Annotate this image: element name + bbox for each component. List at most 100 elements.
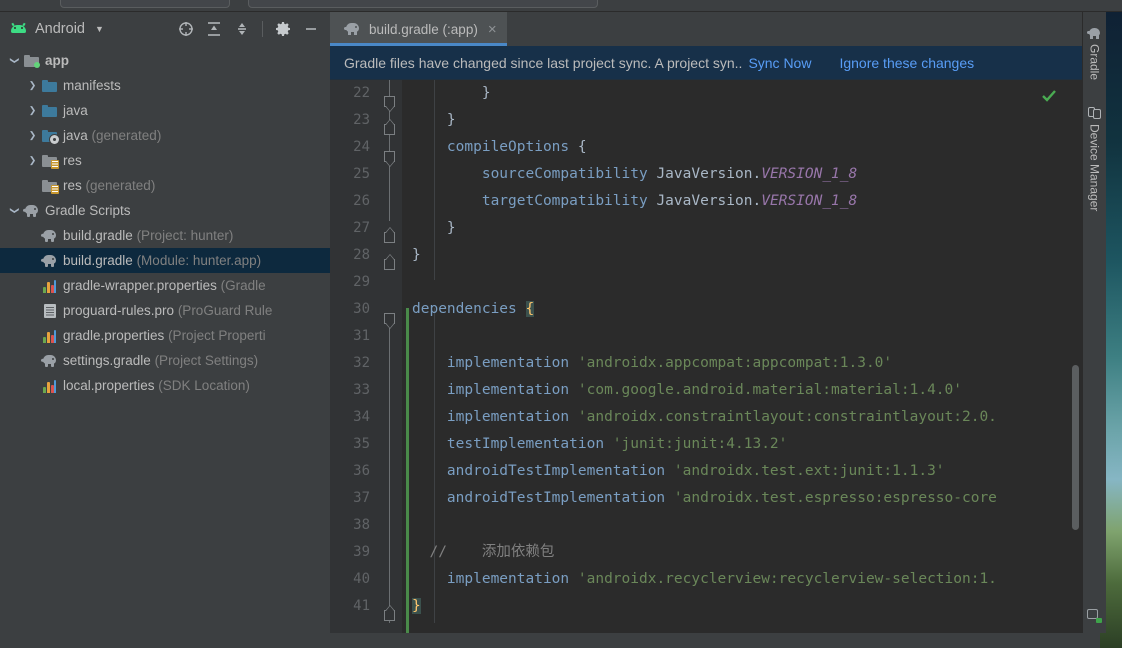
tree-item-proguard-rules-pro[interactable]: proguard-rules.pro (ProGuard Rule [0,298,330,323]
project-tool-window: Android ▼ ❯ app ❯ manifests ❯ java ❯ jav… [0,12,330,633]
right-tab-gradle[interactable]: Gradle [1087,22,1102,86]
tree-item-label: res (generated) [63,178,156,193]
tree-item-gradle-scripts[interactable]: ❯ Gradle Scripts [0,198,330,223]
code-content[interactable]: } } compileOptions { sourceCompatibility… [412,80,1082,633]
gradle-elephant-icon [1087,28,1102,39]
code-line-28[interactable]: } [412,242,1082,269]
code-line-39[interactable]: // 添加依赖包 [412,539,1082,566]
fold-marker-30[interactable] [384,313,396,329]
folder-blue-icon [41,78,59,94]
code-line-27[interactable]: } [412,215,1082,242]
tree-item-settings-gradle[interactable]: settings.gradle (Project Settings) [0,348,330,373]
line-number-gutter: 22 23 24 25 26 27 28 29 30 31 32 33 34 35 36 37 38 39 40 41 [330,80,378,633]
code-line-34[interactable]: implementation 'androidx.constraintlayou… [412,404,1082,431]
tree-item-java[interactable]: ❯ java [0,98,330,123]
code-line-40[interactable]: implementation 'androidx.recyclerview:re… [412,566,1082,593]
line-number-24: 24 [353,139,370,155]
tree-item-gradle-wrapper-properties[interactable]: gradle-wrapper.properties (Gradle [0,273,330,298]
tree-item-res[interactable]: ❯ res [0,148,330,173]
tree-item-label: manifests [63,78,121,93]
fold-marker-27[interactable] [384,227,396,244]
code-line-38[interactable] [412,512,1082,539]
android-studio-window: Android ▼ ❯ app ❯ manifests ❯ java ❯ jav… [0,0,1122,648]
code-line-29[interactable] [412,269,1082,296]
code-line-37[interactable]: androidTestImplementation 'androidx.test… [412,485,1082,512]
device-manager-icon [1088,106,1101,120]
folder-res-icon [41,178,59,194]
editor-horizontal-scroll-area[interactable] [412,623,1069,633]
code-line-30[interactable]: dependencies { [412,296,1082,323]
project-view-selector-label[interactable]: Android [35,21,85,37]
expand-all-icon[interactable] [201,16,227,42]
line-number-33: 33 [353,382,370,398]
fold-marker-41[interactable] [384,605,396,622]
code-editor[interactable]: 22 23 24 25 26 27 28 29 30 31 32 33 34 35 36 37 38 39 40 41… [330,80,1082,633]
tree-item-local-properties[interactable]: local.properties (SDK Location) [0,373,330,398]
fold-marker-23[interactable] [384,119,396,136]
line-number-36: 36 [353,463,370,479]
fold-marker-22[interactable] [384,96,396,112]
module-selector-pill[interactable] [60,0,230,8]
code-line-35[interactable]: testImplementation 'junit:junit:4.13.2' [412,431,1082,458]
code-line-23[interactable]: } [412,107,1082,134]
code-line-32[interactable]: implementation 'androidx.appcompat:appco… [412,350,1082,377]
editor-tab-build-gradle[interactable]: build.gradle (:app) × [330,12,507,46]
code-line-25[interactable]: sourceCompatibility JavaVersion.VERSION_… [412,161,1082,188]
gear-icon[interactable] [270,16,296,42]
layout-inspector-icon[interactable] [1087,609,1102,623]
tree-item-build-gradle-module[interactable]: build.gradle (Module: hunter.app) [0,248,330,273]
code-line-22[interactable]: } [412,80,1082,107]
collapse-all-icon[interactable] [229,16,255,42]
tree-item-res-generated[interactable]: res (generated) [0,173,330,198]
code-line-31[interactable] [412,323,1082,350]
tree-item-build-gradle-project[interactable]: build.gradle (Project: hunter) [0,223,330,248]
code-line-26[interactable]: targetCompatibility JavaVersion.VERSION_… [412,188,1082,215]
text-file-icon [41,303,59,319]
chevron-down-icon[interactable]: ▼ [95,24,104,34]
toolbar-divider [262,21,263,37]
gradle-sync-notification: Gradle files have changed since last pro… [330,46,1082,80]
inspection-status-ok-icon[interactable] [1041,88,1057,104]
close-icon[interactable]: × [488,22,497,37]
gradle-elephant-icon [40,253,59,269]
line-number-23: 23 [353,112,370,128]
ignore-changes-link[interactable]: Ignore these changes [839,55,974,71]
right-tab-device-manager-label: Device Manager [1087,124,1102,212]
chevron-right-icon[interactable]: ❯ [24,155,41,166]
chevron-right-icon[interactable]: ❯ [24,80,41,91]
run-config-pill[interactable] [248,0,598,8]
vcs-change-marker[interactable] [406,308,409,633]
line-number-26: 26 [353,193,370,209]
folder-module-icon [23,53,41,69]
project-panel-toolbar [173,16,324,42]
right-tab-device-manager[interactable]: Device Manager [1088,100,1102,217]
hide-panel-icon[interactable] [298,16,324,42]
line-number-40: 40 [353,571,370,587]
code-line-41[interactable]: } [412,593,1082,620]
gradle-elephant-icon [40,353,59,369]
code-line-33[interactable]: implementation 'com.google.android.mater… [412,377,1082,404]
editor-scrollbar-thumb[interactable] [1072,365,1079,530]
line-number-41: 41 [353,598,370,614]
sync-now-link[interactable]: Sync Now [748,55,811,71]
code-line-24[interactable]: compileOptions { [412,134,1082,161]
chevron-right-icon[interactable]: ❯ [24,105,41,116]
fold-marker-28[interactable] [384,254,396,271]
chevron-down-icon[interactable]: ❯ [9,202,20,219]
tree-item-app[interactable]: ❯ app [0,48,330,73]
project-tree[interactable]: ❯ app ❯ manifests ❯ java ❯ java (generated) ❯ res… [0,46,330,633]
tree-item-gradle-properties[interactable]: gradle.properties (Project Properti [0,323,330,348]
line-number-31: 31 [353,328,370,344]
fold-marker-24[interactable] [384,151,396,167]
project-panel-header: Android ▼ [0,12,330,46]
line-number-25: 25 [353,166,370,182]
select-opened-file-icon[interactable] [173,16,199,42]
gradle-elephant-icon [344,23,361,35]
chevron-right-icon[interactable]: ❯ [24,130,41,141]
code-line-36[interactable]: androidTestImplementation 'androidx.test… [412,458,1082,485]
tree-item-manifests[interactable]: ❯ manifests [0,73,330,98]
tree-item-java-generated[interactable]: ❯ java (generated) [0,123,330,148]
chevron-down-icon[interactable]: ❯ [9,52,20,69]
line-number-39: 39 [353,544,370,560]
editor-scrollbar-track[interactable] [1069,80,1082,633]
